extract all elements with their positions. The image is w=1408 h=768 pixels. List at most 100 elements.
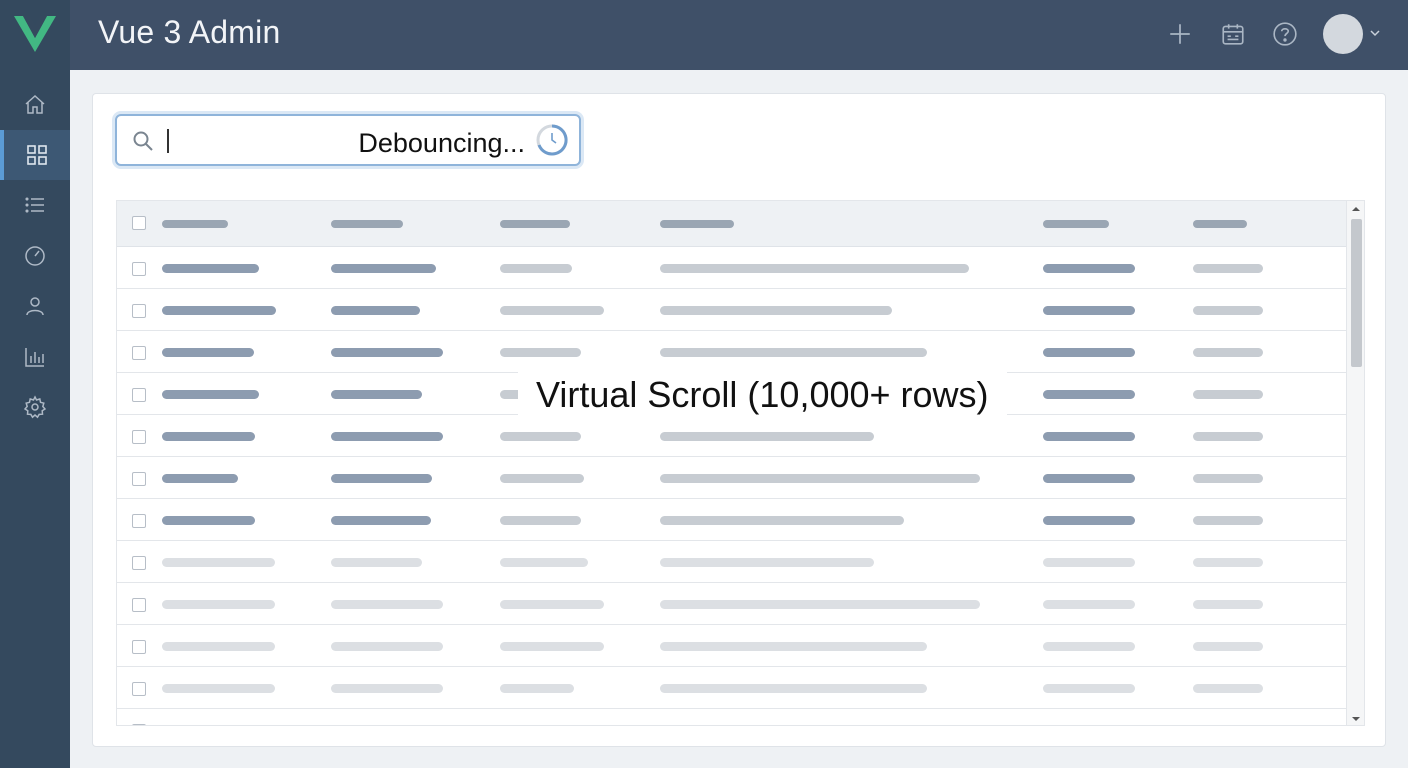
header-cell[interactable] bbox=[500, 220, 570, 228]
row-checkbox[interactable] bbox=[132, 346, 146, 360]
table-cell bbox=[162, 558, 275, 567]
row-checkbox[interactable] bbox=[132, 304, 146, 318]
header-cell[interactable] bbox=[331, 220, 403, 228]
table-cell bbox=[331, 516, 431, 525]
help-button[interactable] bbox=[1270, 19, 1300, 49]
add-button[interactable] bbox=[1165, 19, 1195, 49]
table-cell bbox=[1043, 348, 1135, 357]
row-checkbox[interactable] bbox=[132, 388, 146, 402]
table-cell bbox=[331, 348, 443, 357]
search-input[interactable] bbox=[173, 124, 333, 158]
search-icon bbox=[133, 131, 153, 151]
table-cell bbox=[1193, 516, 1263, 525]
table-cell bbox=[331, 390, 422, 399]
sidebar-item-users[interactable] bbox=[0, 281, 70, 331]
table-cell bbox=[660, 684, 927, 693]
top-header: Vue 3 Admin bbox=[70, 0, 1408, 70]
sidebar-item-home[interactable] bbox=[0, 80, 70, 130]
search-box[interactable]: Debouncing... bbox=[115, 114, 581, 166]
table-cell bbox=[162, 474, 238, 483]
chevron-down-icon[interactable] bbox=[1368, 26, 1382, 40]
table-cell bbox=[1193, 264, 1263, 273]
table-scrollbar[interactable] bbox=[1346, 201, 1364, 725]
table-cell bbox=[162, 600, 275, 609]
table-cell bbox=[660, 642, 927, 651]
table-cell bbox=[500, 306, 604, 315]
table-cell bbox=[500, 432, 581, 441]
table-cell bbox=[1193, 432, 1263, 441]
app-title: Vue 3 Admin bbox=[98, 14, 281, 50]
table-cell bbox=[331, 684, 443, 693]
text-caret bbox=[167, 129, 169, 153]
table-cell bbox=[1193, 600, 1263, 609]
table-cell bbox=[162, 642, 275, 651]
table-cell bbox=[162, 390, 259, 399]
table-cell bbox=[500, 600, 604, 609]
placeholder-row bbox=[117, 709, 1348, 725]
virtual-table bbox=[116, 200, 1365, 726]
sidebar-item-dashboard[interactable] bbox=[0, 130, 70, 180]
table-cell bbox=[1043, 474, 1135, 483]
table-cell bbox=[660, 348, 927, 357]
table-cell bbox=[500, 642, 604, 651]
calendar-icon bbox=[1222, 24, 1244, 45]
scroll-up-icon[interactable] bbox=[1351, 204, 1361, 214]
table-cell bbox=[162, 516, 255, 525]
table-cell bbox=[500, 264, 572, 273]
table-row[interactable] bbox=[117, 415, 1348, 457]
table-cell bbox=[1193, 474, 1263, 483]
table-cell bbox=[1043, 600, 1135, 609]
sidebar-item-analytics[interactable] bbox=[0, 231, 70, 281]
content-card: Debouncing... bbox=[92, 93, 1386, 747]
table-cell bbox=[1043, 432, 1135, 441]
table-cell bbox=[500, 516, 581, 525]
table-cell bbox=[660, 600, 980, 609]
table-cell bbox=[1193, 558, 1263, 567]
scroll-down-icon[interactable] bbox=[1351, 714, 1361, 724]
grid-icon bbox=[27, 145, 47, 165]
scrollbar-thumb[interactable] bbox=[1351, 219, 1362, 367]
calendar-button[interactable] bbox=[1218, 19, 1248, 49]
row-checkbox[interactable] bbox=[132, 472, 146, 486]
table-cell bbox=[162, 264, 259, 273]
select-all-checkbox[interactable] bbox=[132, 216, 146, 230]
home-icon bbox=[25, 94, 45, 114]
row-checkbox[interactable] bbox=[132, 556, 146, 570]
sidebar bbox=[0, 0, 70, 768]
sidebar-item-settings[interactable] bbox=[0, 382, 70, 432]
table-cell bbox=[331, 306, 420, 315]
table-row[interactable] bbox=[117, 457, 1348, 499]
table-cell bbox=[660, 306, 892, 315]
vue-logo-icon[interactable] bbox=[14, 14, 56, 54]
table-cell bbox=[1043, 558, 1135, 567]
header-cell[interactable] bbox=[1193, 220, 1247, 228]
row-checkbox[interactable] bbox=[132, 724, 146, 725]
table-cell bbox=[1193, 390, 1263, 399]
row-checkbox[interactable] bbox=[132, 682, 146, 696]
sidebar-item-reports[interactable] bbox=[0, 332, 70, 382]
header-cell[interactable] bbox=[660, 220, 734, 228]
header-cell[interactable] bbox=[1043, 220, 1109, 228]
table-cell bbox=[1043, 642, 1135, 651]
avatar[interactable] bbox=[1323, 14, 1363, 54]
table-row[interactable] bbox=[117, 331, 1348, 373]
table-row[interactable] bbox=[117, 499, 1348, 541]
row-checkbox[interactable] bbox=[132, 598, 146, 612]
row-checkbox[interactable] bbox=[132, 640, 146, 654]
placeholder-row bbox=[117, 541, 1348, 583]
row-checkbox[interactable] bbox=[132, 514, 146, 528]
table-cell bbox=[331, 558, 422, 567]
table-row[interactable] bbox=[117, 247, 1348, 289]
table-cell bbox=[1043, 390, 1135, 399]
table-cell bbox=[660, 474, 980, 483]
row-checkbox[interactable] bbox=[132, 430, 146, 444]
row-checkbox[interactable] bbox=[132, 262, 146, 276]
table-cell bbox=[660, 432, 874, 441]
header-cell[interactable] bbox=[162, 220, 228, 228]
clock-icon bbox=[536, 124, 568, 156]
table-row[interactable] bbox=[117, 289, 1348, 331]
table-cell bbox=[162, 684, 275, 693]
bar-chart-icon bbox=[25, 348, 44, 367]
sidebar-item-list[interactable] bbox=[0, 180, 70, 230]
placeholder-row bbox=[117, 625, 1348, 667]
